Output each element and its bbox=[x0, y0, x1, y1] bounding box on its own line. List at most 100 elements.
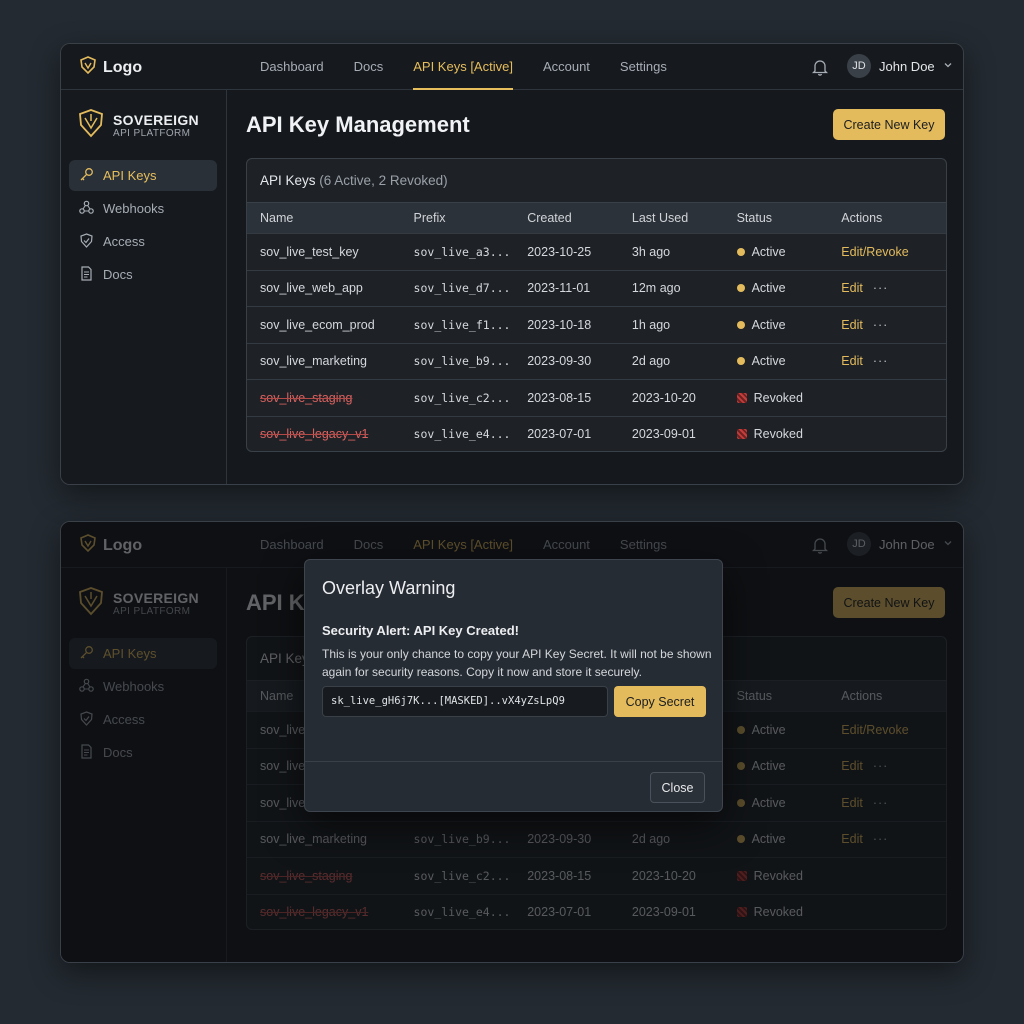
status-badge: Revoked bbox=[736, 427, 842, 442]
logo[interactable]: Logo bbox=[79, 56, 142, 79]
status-badge: Active bbox=[736, 317, 842, 332]
column-header-created[interactable]: Created bbox=[527, 211, 632, 225]
active-dot-icon bbox=[736, 284, 745, 293]
column-header-name[interactable]: Name bbox=[247, 211, 414, 225]
row-actions: Edit ··· bbox=[841, 318, 946, 332]
column-header-actions: Actions bbox=[841, 211, 883, 225]
app-window: Logo Dashboard Docs API Keys [Active] Ac… bbox=[60, 43, 964, 485]
edit-link[interactable]: Edit bbox=[841, 318, 863, 332]
status-badge: Active bbox=[736, 244, 842, 259]
key-created: 2023-07-01 bbox=[527, 427, 592, 442]
page-title: API Key Management bbox=[246, 112, 470, 137]
status-text: Active bbox=[751, 317, 786, 332]
create-new-key-button[interactable]: Create New Key bbox=[833, 109, 945, 140]
status-text: Active bbox=[751, 281, 786, 296]
sidebar-item-label: API Keys bbox=[103, 168, 157, 183]
sidebar-item-label: Access bbox=[103, 234, 145, 249]
close-button[interactable]: Close bbox=[650, 772, 705, 803]
table-row: sov_live_marketing sov_live_b9... 2023-0… bbox=[247, 342, 946, 380]
avatar: JD bbox=[847, 54, 871, 78]
nav-dashboard[interactable]: Dashboard bbox=[245, 44, 339, 90]
user-menu[interactable]: JD John Doe bbox=[847, 54, 953, 78]
user-name: John Doe bbox=[879, 58, 935, 74]
table-row: sov_live_staging sov_live_c2... 2023-08-… bbox=[247, 379, 946, 416]
copy-secret-button[interactable]: Copy Secret bbox=[614, 686, 706, 717]
modal-alert-title: Security Alert: API Key Created! bbox=[322, 623, 519, 638]
more-options-icon[interactable]: ··· bbox=[873, 354, 889, 368]
key-last-used: 1h ago bbox=[631, 317, 671, 332]
edit-link[interactable]: Edit bbox=[841, 281, 863, 295]
more-options-icon[interactable]: ··· bbox=[873, 318, 889, 332]
sidebar-item-access[interactable]: Access bbox=[69, 226, 217, 257]
security-alert-modal: Overlay Warning Security Alert: API Key … bbox=[304, 559, 723, 812]
edit-revoke-link[interactable]: Edit/Revoke bbox=[841, 245, 908, 259]
modal-message: This is your only chance to copy your AP… bbox=[322, 647, 712, 679]
status-text: Revoked bbox=[753, 390, 803, 405]
table-header: Name Prefix Created Last Used Status Act… bbox=[247, 202, 946, 233]
card-title: API Keys bbox=[260, 173, 316, 188]
sidebar-menu: API Keys Webhooks Access Docs bbox=[69, 160, 217, 292]
nav-settings[interactable]: Settings bbox=[605, 44, 682, 90]
key-created: 2023-08-15 bbox=[527, 390, 592, 405]
key-last-used: 2023-09-01 bbox=[631, 427, 696, 442]
status-text: Active bbox=[751, 354, 786, 369]
table-row: sov_live_ecom_prod sov_live_f1... 2023-1… bbox=[247, 306, 946, 343]
key-name: sov_live_ecom_prod bbox=[260, 317, 375, 332]
key-prefix: sov_live_d7... bbox=[413, 281, 511, 296]
column-header-status[interactable]: Status bbox=[737, 211, 842, 225]
key-name: sov_live_test_key bbox=[260, 244, 359, 259]
sidebar-item-api-keys[interactable]: API Keys bbox=[69, 160, 217, 191]
sidebar-item-docs[interactable]: Docs bbox=[69, 259, 217, 290]
status-badge: Revoked bbox=[736, 390, 842, 405]
row-actions: Edit ··· bbox=[841, 281, 946, 295]
key-icon bbox=[79, 167, 94, 185]
row-actions: Edit ··· bbox=[841, 354, 946, 368]
nav-docs[interactable]: Docs bbox=[339, 44, 399, 90]
edit-link[interactable]: Edit bbox=[841, 354, 863, 368]
bell-icon[interactable] bbox=[811, 58, 829, 81]
key-prefix: sov_live_f1... bbox=[413, 317, 511, 332]
key-prefix: sov_live_a3... bbox=[413, 244, 511, 259]
shield-logo-icon bbox=[79, 56, 97, 79]
key-created: 2023-10-25 bbox=[527, 244, 592, 259]
modal-divider bbox=[305, 761, 722, 762]
key-name: sov_live_marketing bbox=[260, 354, 367, 369]
status-badge: Active bbox=[736, 281, 842, 296]
active-dot-icon bbox=[736, 357, 745, 366]
shield-icon bbox=[79, 232, 94, 251]
logo-text: Logo bbox=[103, 58, 143, 76]
nav-account[interactable]: Account bbox=[528, 44, 605, 90]
table-row: sov_live_legacy_v1 sov_live_e4... 2023-0… bbox=[247, 415, 946, 452]
nav-api-keys[interactable]: API Keys [Active] bbox=[398, 44, 528, 90]
crest-logo-icon bbox=[77, 108, 105, 143]
document-icon bbox=[79, 265, 94, 284]
brand-title: SOVEREIGN bbox=[113, 111, 199, 128]
revoked-icon bbox=[736, 392, 747, 403]
key-prefix: sov_live_c2... bbox=[413, 390, 511, 405]
key-last-used: 2023-10-20 bbox=[631, 390, 696, 405]
chevron-down-icon bbox=[943, 57, 953, 75]
key-created: 2023-11-01 bbox=[527, 281, 591, 296]
key-last-used: 12m ago bbox=[631, 281, 681, 296]
webhook-icon bbox=[79, 200, 94, 218]
sidebar: SOVEREIGN API PLATFORM API Keys Webhooks… bbox=[61, 90, 227, 484]
sidebar-brand: SOVEREIGN API PLATFORM bbox=[77, 108, 199, 143]
status-text: Revoked bbox=[753, 427, 803, 442]
table-row: sov_live_web_app sov_live_d7... 2023-11-… bbox=[247, 269, 946, 307]
more-options-icon[interactable]: ··· bbox=[873, 281, 889, 295]
column-header-last-used[interactable]: Last Used bbox=[632, 211, 737, 225]
key-created: 2023-10-18 bbox=[527, 317, 592, 332]
sidebar-item-webhooks[interactable]: Webhooks bbox=[69, 193, 217, 224]
modal-title: Overlay Warning bbox=[322, 578, 456, 598]
key-created: 2023-09-30 bbox=[527, 354, 592, 369]
brand-subtitle: API PLATFORM bbox=[113, 127, 191, 139]
key-name: sov_live_legacy_v1 bbox=[260, 427, 369, 442]
status-text: Active bbox=[751, 244, 786, 259]
top-navbar: Logo Dashboard Docs API Keys [Active] Ac… bbox=[61, 44, 963, 90]
key-prefix: sov_live_e4... bbox=[413, 427, 511, 442]
secret-key-field[interactable]: sk_live_gH6j7K...[MASKED]..vX4yZsLpQ9 bbox=[322, 686, 608, 717]
api-keys-card: API Keys (6 Active, 2 Revoked) Name Pref… bbox=[246, 158, 947, 452]
table-body: sov_live_test_key sov_live_a3... 2023-10… bbox=[247, 233, 946, 452]
column-header-prefix[interactable]: Prefix bbox=[414, 211, 528, 225]
revoked-icon bbox=[736, 429, 747, 440]
